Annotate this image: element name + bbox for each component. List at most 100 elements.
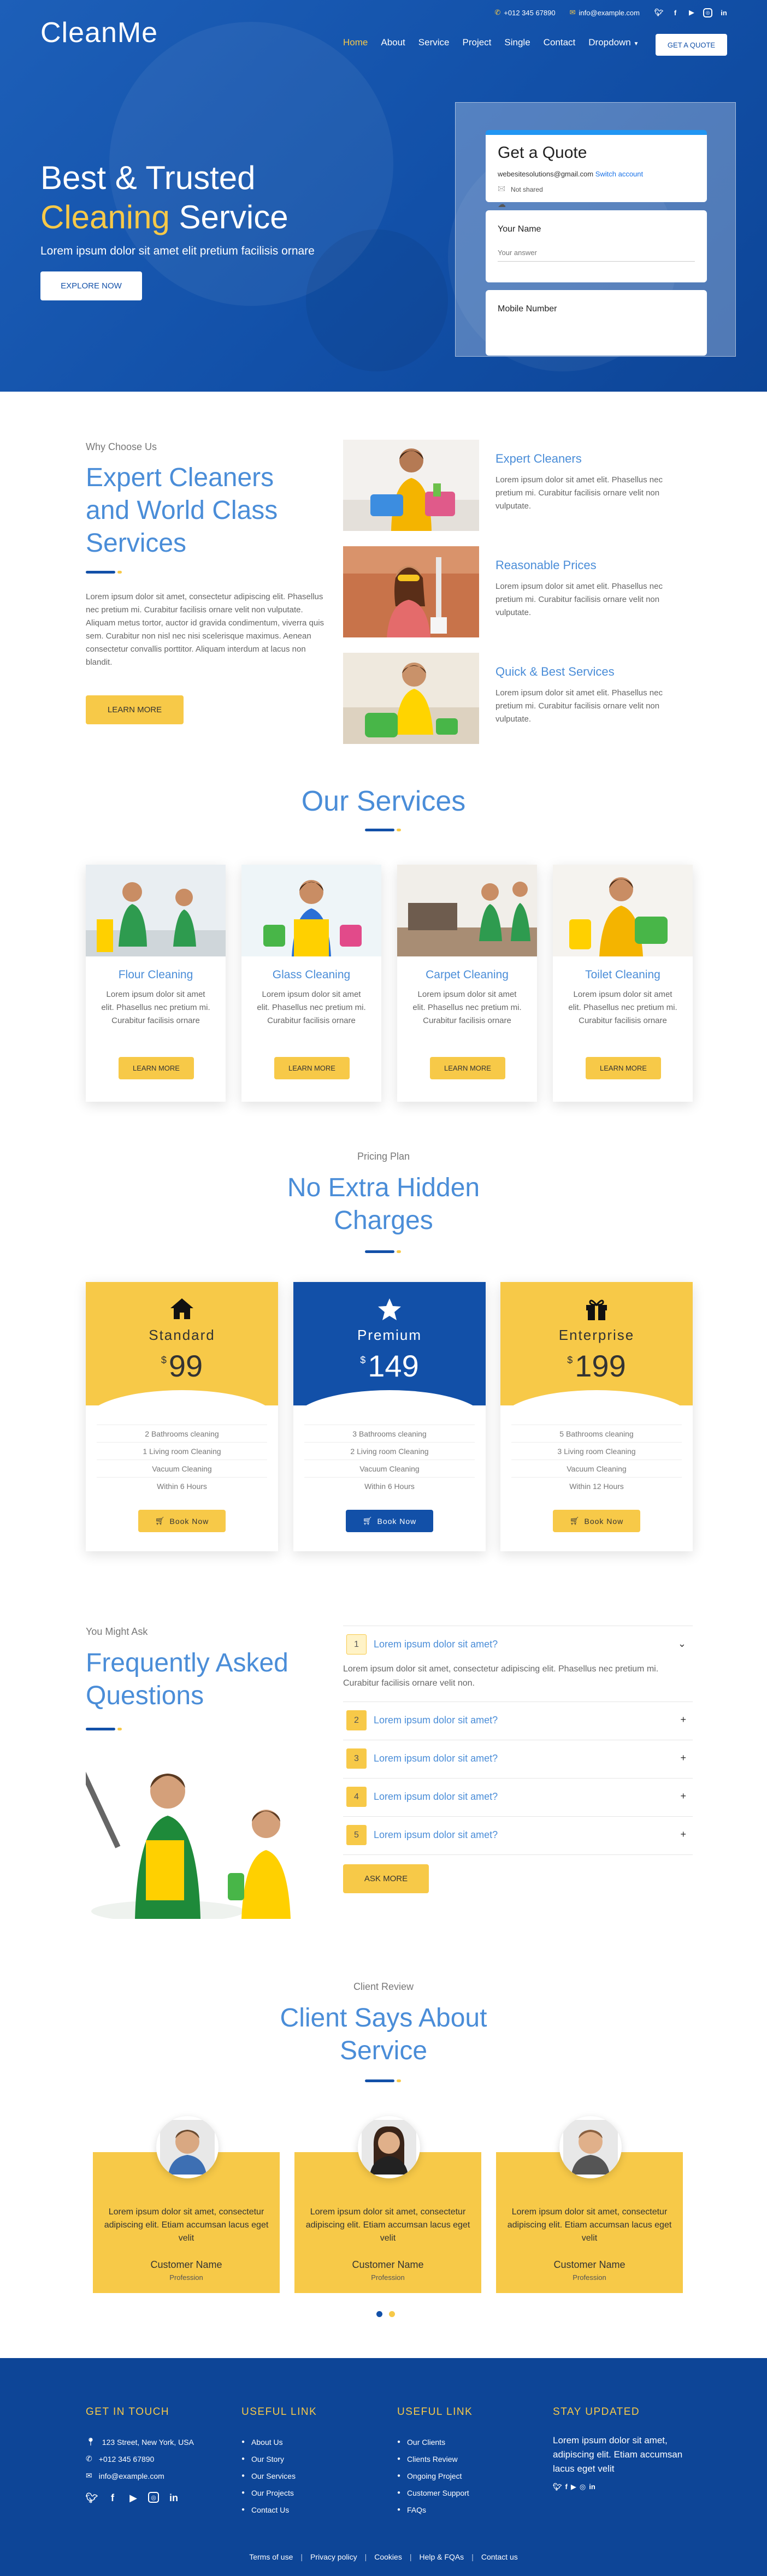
footer-phone[interactable]: ✆ +012 345 67890	[86, 2450, 194, 2467]
faq-item[interactable]: 3 Lorem ipsum dolor sit amet? +	[343, 1740, 693, 1779]
service-learn-more-button[interactable]: Learn More	[119, 1057, 194, 1079]
book-now-button[interactable]: 🛒︎ Book Now	[553, 1510, 640, 1532]
topbar: ✆ +012 345 67890 ✉ info@example.com 🐦︎ f ▶…	[494, 8, 729, 17]
get-quote-button[interactable]: Get a Quote	[656, 34, 727, 56]
nav-home[interactable]: Home	[343, 37, 368, 48]
service-title: Carpet Cleaning	[426, 968, 509, 981]
plan-feature: 2 Bathrooms cleaning	[97, 1425, 267, 1443]
plus-icon[interactable]: +	[680, 1829, 686, 1840]
faq-question[interactable]: Lorem ipsum dolor sit amet?	[374, 1753, 498, 1764]
faq-item[interactable]: 2 Lorem ipsum dolor sit amet? +	[343, 1701, 693, 1740]
nav-contact[interactable]: Contact	[544, 37, 576, 48]
youtube-icon[interactable]: ▶	[127, 2492, 139, 2504]
footer-bottom-link[interactable]: Contact us	[481, 2553, 518, 2561]
footer-link[interactable]: ● Our Services	[241, 2467, 317, 2484]
service-learn-more-button[interactable]: Learn More	[274, 1057, 350, 1079]
twitter-icon[interactable]: 🐦︎	[654, 8, 664, 17]
footer-link[interactable]: ● Contact Us	[241, 2501, 317, 2518]
testimonials-eyebrow: Client Review	[353, 1981, 414, 1992]
carousel-dot-active[interactable]	[376, 2311, 382, 2317]
feature-text: Lorem ipsum dolor sit amet elit. Phasell…	[495, 475, 663, 511]
footer-bottom-link[interactable]: Help & FQAs	[419, 2553, 464, 2561]
faq-question[interactable]: Lorem ipsum dolor sit amet?	[374, 1639, 498, 1650]
plan-feature: Within 12 Hours	[569, 1482, 624, 1491]
facebook-icon[interactable]: f	[670, 8, 680, 17]
envelope-icon: 🖂	[498, 185, 506, 192]
footer-socials: 🐦︎ f ▶ ◎ in	[86, 2492, 194, 2504]
linkedin-icon[interactable]: in	[168, 2492, 180, 2504]
ask-more-button[interactable]: Ask More	[343, 1864, 429, 1893]
quote-form-panel: Get a Quote webesitesolutions@gmail.com …	[455, 102, 736, 357]
brand-logo[interactable]: CleanMe	[40, 16, 158, 49]
nav-single[interactable]: Single	[504, 37, 530, 48]
plus-icon[interactable]: +	[680, 1752, 686, 1764]
footer-link[interactable]: ● Clients Review	[397, 2450, 473, 2467]
footer-link[interactable]: ● Our Clients	[397, 2433, 473, 2450]
customer-name: Customer Name	[150, 2259, 222, 2270]
footer-link[interactable]: ● FAQs	[397, 2501, 473, 2518]
footer-link[interactable]: ● About Us	[241, 2433, 317, 2450]
footer-link[interactable]: ● Ongoing Project	[397, 2467, 473, 2484]
facebook-icon[interactable]: f	[565, 2483, 568, 2491]
not-shared-row: 🖂 Not shared	[498, 184, 695, 195]
chevron-down-icon[interactable]: ⌄	[678, 1638, 686, 1650]
footer-useful-links-2: Useful Link ● Our Clients ● Clients Review…	[397, 2406, 473, 2518]
footer-link[interactable]: ● Customer Support	[397, 2484, 473, 2501]
footer-link[interactable]: ● Our Projects	[241, 2484, 317, 2501]
mail-icon: ✉	[86, 2471, 92, 2480]
twitter-icon[interactable]: 🐦︎	[86, 2492, 98, 2504]
plan-feature: Vacuum Cleaning	[304, 1460, 475, 1478]
faq-answer: Lorem ipsum dolor sit amet, consectetur …	[343, 1664, 659, 1688]
topbar-phone[interactable]: ✆ +012 345 67890	[494, 8, 555, 17]
footer-email[interactable]: ✉ info@example.com	[86, 2467, 194, 2484]
faq-question[interactable]: Lorem ipsum dolor sit amet?	[374, 1715, 498, 1726]
testimonials-heading: Client Says About Service	[280, 2004, 487, 2065]
youtube-icon[interactable]: ▶	[687, 8, 697, 17]
carousel-dot[interactable]	[389, 2311, 395, 2317]
faq-question[interactable]: Lorem ipsum dolor sit amet?	[374, 1829, 498, 1841]
name-field-input[interactable]: Your answer	[498, 249, 695, 262]
customer-name: Customer Name	[352, 2259, 424, 2270]
nav-about[interactable]: About	[381, 37, 405, 48]
nav-project[interactable]: Project	[462, 37, 491, 48]
footer-bottom-link[interactable]: Cookies	[374, 2553, 402, 2561]
facebook-icon[interactable]: f	[107, 2492, 119, 2504]
footer-bottom-link[interactable]: Privacy policy	[310, 2553, 357, 2561]
faq-heading: Frequently Asked Questions	[86, 1649, 288, 1710]
faq-item[interactable]: 4 Lorem ipsum dolor sit amet? +	[343, 1778, 693, 1817]
bullet-icon: ●	[397, 2490, 401, 2496]
footer-bottom-link[interactable]: Terms of use	[249, 2553, 293, 2561]
service-learn-more-button[interactable]: Learn More	[430, 1057, 505, 1079]
explore-now-button[interactable]: Explore Now	[40, 271, 142, 300]
topbar-email[interactable]: ✉ info@example.com	[570, 8, 640, 17]
faq-item[interactable]: 1 Lorem ipsum dolor sit amet? ⌄ Lorem ip…	[343, 1626, 693, 1702]
account-email: webesitesolutions@gmail.com Switch accou…	[498, 170, 644, 178]
book-now-button[interactable]: 🛒︎ Book Now	[346, 1510, 433, 1532]
youtube-icon[interactable]: ▶	[571, 2483, 576, 2491]
switch-account-link[interactable]: Switch account	[595, 170, 643, 178]
instagram-icon[interactable]: ◎	[703, 8, 712, 17]
nav-dropdown[interactable]: Dropdown ▼	[588, 37, 639, 48]
instagram-icon[interactable]: ◎	[148, 2492, 159, 2503]
book-now-button[interactable]: 🛒︎ Book Now	[138, 1510, 226, 1532]
twitter-icon[interactable]: 🐦︎	[553, 2483, 562, 2491]
plus-icon[interactable]: +	[680, 1791, 686, 1802]
service-learn-more-button[interactable]: Learn More	[586, 1057, 661, 1079]
instagram-icon[interactable]: ◎	[580, 2483, 586, 2491]
pricing-section: Pricing Plan No Extra Hidden Charges Sta…	[0, 1151, 767, 1626]
footer-link[interactable]: ● Our Story	[241, 2450, 317, 2467]
phone-icon: ✆	[494, 8, 501, 16]
plan-header: Premium $149	[293, 1282, 486, 1421]
linkedin-icon[interactable]: in	[589, 2483, 595, 2491]
bullet-icon: ●	[397, 2456, 401, 2462]
why-learn-more-button[interactable]: Learn More	[86, 695, 184, 724]
faq-question[interactable]: Lorem ipsum dolor sit amet?	[374, 1791, 498, 1803]
plus-icon[interactable]: +	[680, 1714, 686, 1726]
faq-item[interactable]: 5 Lorem ipsum dolor sit amet? +	[343, 1816, 693, 1855]
plan-price: $149	[360, 1349, 419, 1383]
linkedin-icon[interactable]: in	[719, 8, 729, 17]
nav-service[interactable]: Service	[418, 37, 450, 48]
caret-down-icon: ▼	[633, 41, 639, 47]
hero-section: ✆ +012 345 67890 ✉ info@example.com 🐦︎ f ▶…	[0, 0, 767, 392]
footer-small-socials: 🐦︎ f ▶ ◎ in	[553, 2483, 706, 2491]
